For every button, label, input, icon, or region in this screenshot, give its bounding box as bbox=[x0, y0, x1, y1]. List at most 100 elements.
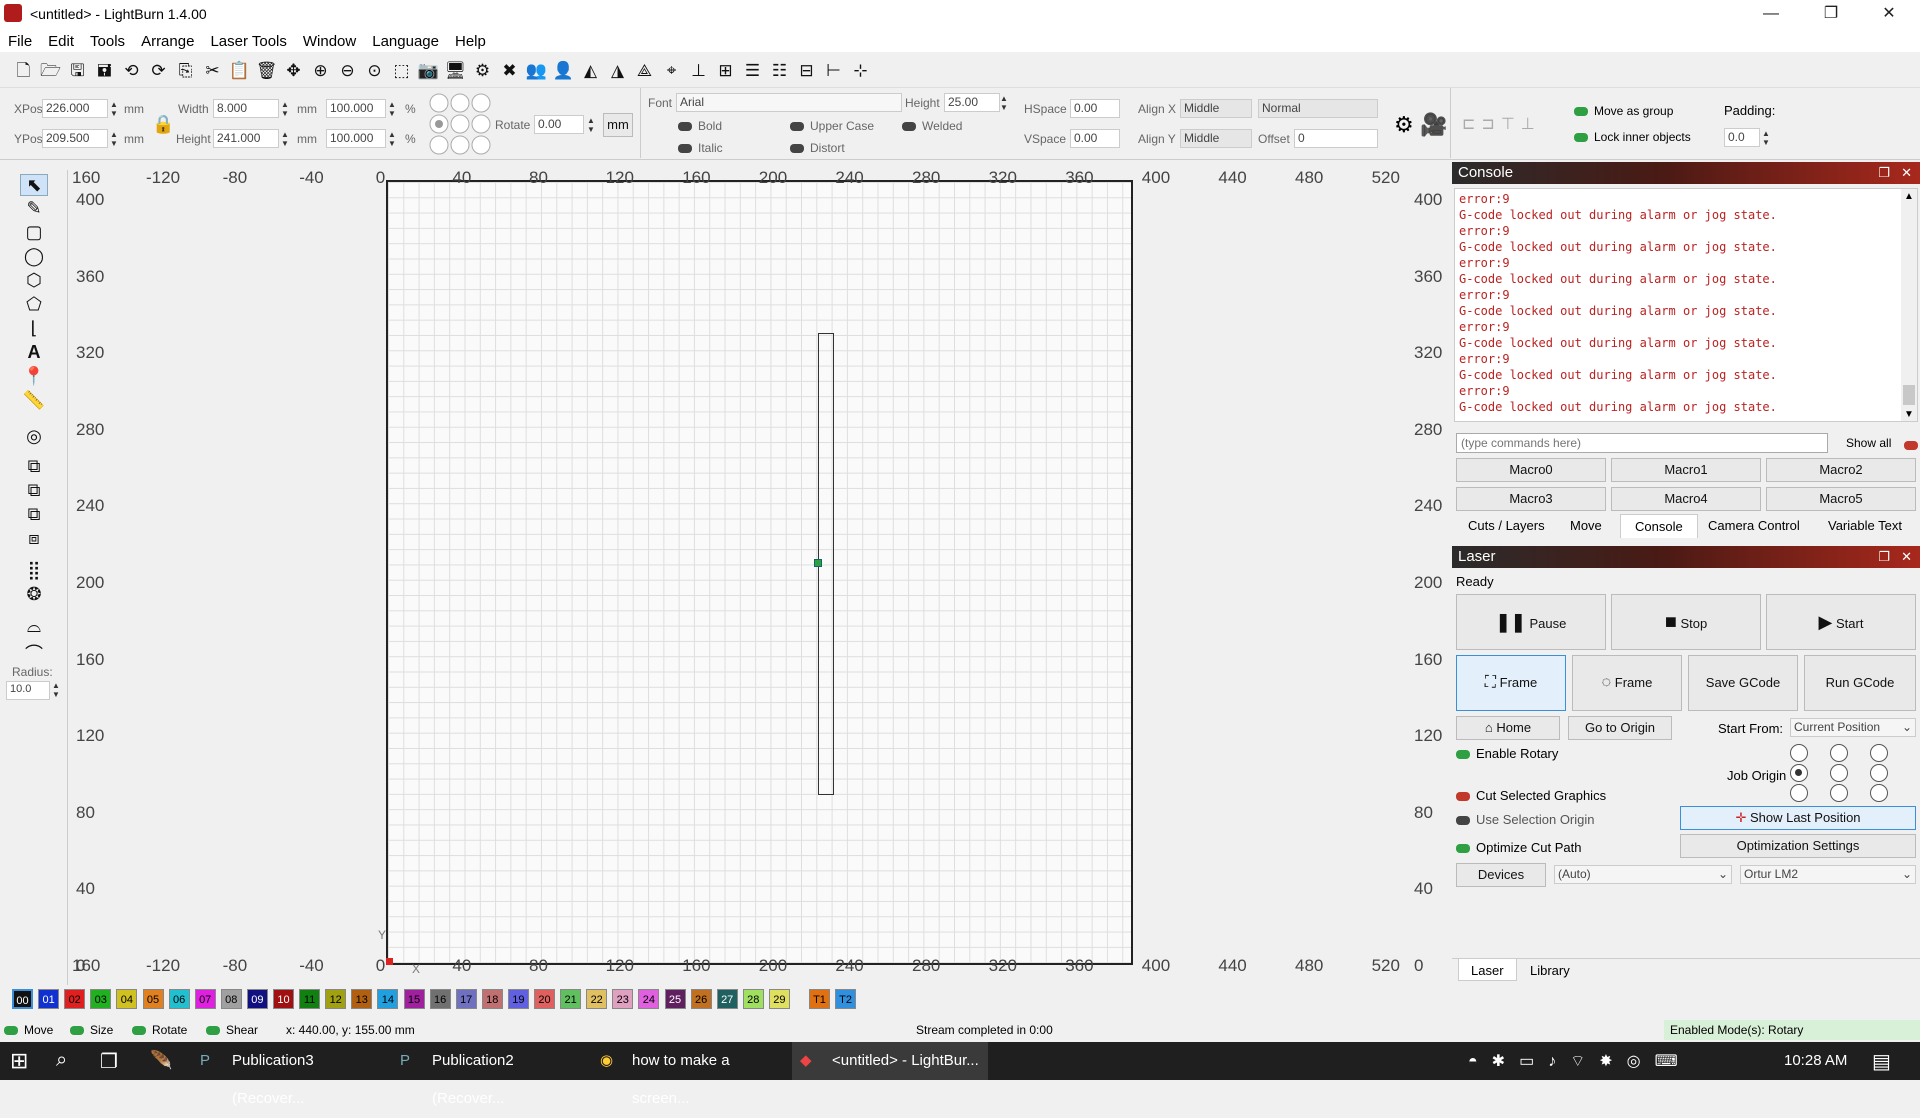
padding-input[interactable]: 0.0 bbox=[1724, 128, 1760, 147]
radius-input[interactable]: 10.0 bbox=[6, 681, 50, 700]
task-view-icon[interactable]: ❐ bbox=[100, 1049, 118, 1074]
rotate-spinner-icon[interactable]: ▲ ▼ bbox=[587, 116, 595, 134]
macro4-button[interactable]: Macro4 bbox=[1611, 487, 1761, 511]
xpos-spinner-icon[interactable]: ▲ ▼ bbox=[110, 100, 118, 118]
palette-swatch-03[interactable]: 03 bbox=[90, 989, 112, 1009]
camera-overlay-icon[interactable]: 🎥 bbox=[1420, 112, 1447, 138]
snap-icon[interactable]: ⊹ bbox=[848, 58, 873, 83]
zoom-in-icon[interactable]: ⊕ bbox=[308, 58, 333, 83]
rotate-icon[interactable]: ⌖ bbox=[659, 58, 684, 83]
menu-window[interactable]: Window bbox=[295, 28, 364, 50]
height-percent-input[interactable]: 100.000 bbox=[326, 129, 386, 148]
menu-arrange[interactable]: Arrange bbox=[133, 28, 202, 50]
taskbar-item-publication2[interactable]: Publication2 (Recover... P bbox=[392, 1042, 588, 1107]
origin-radio-bottom-center[interactable] bbox=[1830, 784, 1848, 802]
palette-swatch-09[interactable]: 09 bbox=[246, 989, 268, 1009]
palette-swatch-05[interactable]: 05 bbox=[142, 989, 164, 1009]
palette-swatch-18[interactable]: 18 bbox=[481, 989, 503, 1009]
show-last-position-button[interactable]: ✛ Show Last Position bbox=[1680, 806, 1916, 830]
search-icon[interactable]: ⌕ bbox=[56, 1049, 67, 1072]
menu-file[interactable]: File bbox=[0, 28, 40, 50]
minimize-button[interactable]: — bbox=[1748, 0, 1794, 28]
hspace-input[interactable]: 0.00 bbox=[1070, 99, 1120, 118]
unit-toggle-button[interactable]: mm bbox=[603, 113, 633, 137]
new-file-icon[interactable]: 🗋 bbox=[11, 58, 36, 83]
width-spinner-icon[interactable]: ▲ ▼ bbox=[281, 100, 289, 118]
boolean-union-icon[interactable]: ⧉ bbox=[20, 480, 48, 502]
palette-swatch-00[interactable]: 00 bbox=[12, 989, 33, 1009]
palette-swatch-20[interactable]: 20 bbox=[534, 989, 555, 1009]
font-height-spinner-icon[interactable]: ▲ ▼ bbox=[1000, 94, 1008, 112]
close-button[interactable]: ✕ bbox=[1866, 0, 1912, 28]
palette-swatch-14[interactable]: 14 bbox=[377, 989, 399, 1009]
height-percent-spinner-icon[interactable]: ▲ ▼ bbox=[388, 130, 396, 148]
measure-tool-icon[interactable]: 📏 bbox=[20, 390, 48, 412]
laser-toggle-icon[interactable]: ⚙ bbox=[1394, 112, 1414, 138]
group-icon[interactable]: 👥 bbox=[524, 58, 549, 83]
pause-button[interactable]: ❚❚ Pause bbox=[1456, 594, 1606, 650]
palette-swatch-27[interactable]: 27 bbox=[716, 989, 738, 1009]
upper-case-toggle[interactable]: Upper Case bbox=[790, 119, 874, 133]
optimize-cut-toggle[interactable]: Optimize Cut Path bbox=[1456, 840, 1582, 855]
enable-rotary-toggle[interactable]: Enable Rotary bbox=[1456, 746, 1558, 761]
save-as-icon[interactable]: 🖬 bbox=[92, 58, 117, 83]
undo-icon[interactable]: ⟲ bbox=[119, 58, 144, 83]
palette-swatch-24[interactable]: 24 bbox=[638, 989, 660, 1009]
macro3-button[interactable]: Macro3 bbox=[1456, 487, 1606, 511]
undock-icon[interactable]: ❐ bbox=[1878, 546, 1890, 568]
open-file-icon[interactable]: 🗁 bbox=[38, 58, 63, 83]
menu-language[interactable]: Language bbox=[364, 28, 447, 50]
camera-icon[interactable]: 📷 bbox=[416, 58, 441, 83]
origin-radio-top-center[interactable] bbox=[1830, 744, 1848, 762]
height-spinner-icon[interactable]: ▲ ▼ bbox=[281, 130, 289, 148]
welded-toggle[interactable]: Welded bbox=[902, 119, 962, 133]
close-panel-icon[interactable]: ✕ bbox=[1901, 162, 1912, 184]
padding-spinner-icon[interactable]: ▲ ▼ bbox=[1762, 129, 1770, 147]
distribute-v-icon[interactable]: ☷ bbox=[767, 58, 792, 83]
save-icon[interactable]: 🖫 bbox=[65, 58, 90, 83]
palette-swatch-11[interactable]: 11 bbox=[299, 989, 321, 1009]
settings-icon[interactable]: ⚙ bbox=[470, 58, 495, 83]
flip-v-icon[interactable]: ◮ bbox=[605, 58, 630, 83]
palette-swatch-19[interactable]: 19 bbox=[507, 989, 529, 1009]
grid-array-icon[interactable]: ⣿ bbox=[20, 560, 48, 582]
status-size-toggle[interactable]: Size bbox=[70, 1023, 113, 1037]
circular-array-icon[interactable]: ❂ bbox=[20, 584, 48, 606]
dock-icon[interactable]: ⊟ bbox=[794, 58, 819, 83]
scroll-down-icon[interactable]: ▼ bbox=[1904, 409, 1914, 420]
select-tool-icon[interactable]: ⬉ bbox=[20, 174, 48, 196]
menu-laser-tools[interactable]: Laser Tools bbox=[202, 28, 294, 50]
stop-button[interactable]: ■ Stop bbox=[1611, 594, 1761, 650]
save-gcode-button[interactable]: Save GCode bbox=[1688, 655, 1798, 711]
tab-variable-text[interactable]: Variable Text bbox=[1828, 518, 1902, 533]
lock-ratio-icon[interactable]: 🔒 bbox=[152, 114, 174, 135]
bold-toggle[interactable]: Bold bbox=[678, 119, 722, 133]
pen-tool-icon[interactable]: ✎ bbox=[20, 198, 48, 220]
show-all-toggle[interactable] bbox=[1904, 438, 1920, 452]
rectangle-tool-icon[interactable]: ▢ bbox=[20, 222, 48, 244]
circle-frame-button[interactable]: ◌ Frame bbox=[1572, 655, 1682, 711]
delete-icon[interactable]: 🗑 bbox=[254, 58, 279, 83]
text-mode-select[interactable]: Normal bbox=[1258, 99, 1378, 118]
tab-library[interactable]: Library bbox=[1530, 963, 1570, 978]
tab-camera-control[interactable]: Camera Control bbox=[1708, 518, 1800, 533]
offset-input[interactable]: 0 bbox=[1294, 129, 1378, 148]
monitor-icon[interactable]: 🖥 bbox=[443, 58, 468, 83]
start-button[interactable]: ▶ Start bbox=[1766, 594, 1916, 650]
text-tool-icon[interactable]: A bbox=[20, 342, 48, 364]
palette-swatch-10[interactable]: 10 bbox=[273, 989, 294, 1009]
font-height-input[interactable]: 25.00 bbox=[944, 93, 1000, 112]
macro0-button[interactable]: Macro0 bbox=[1456, 458, 1606, 482]
notifications-icon[interactable]: ▤ bbox=[1872, 1049, 1891, 1074]
palette-swatch-T1[interactable]: T1 bbox=[809, 989, 830, 1009]
palette-swatch-04[interactable]: 04 bbox=[116, 989, 138, 1009]
start-from-select[interactable]: Current Position ⌄ bbox=[1790, 718, 1916, 737]
status-shear-toggle[interactable]: Shear bbox=[206, 1023, 258, 1037]
zoom-selection-icon[interactable]: ⬚ bbox=[389, 58, 414, 83]
lock-inner-toggle[interactable]: Lock inner objects bbox=[1574, 130, 1691, 144]
vspace-input[interactable]: 0.00 bbox=[1070, 129, 1120, 148]
shape-center-handle[interactable] bbox=[814, 559, 822, 567]
copy-icon[interactable]: ⎘ bbox=[173, 58, 198, 83]
devices-button[interactable]: Devices bbox=[1456, 863, 1546, 887]
status-move-toggle[interactable]: Move bbox=[4, 1023, 53, 1037]
